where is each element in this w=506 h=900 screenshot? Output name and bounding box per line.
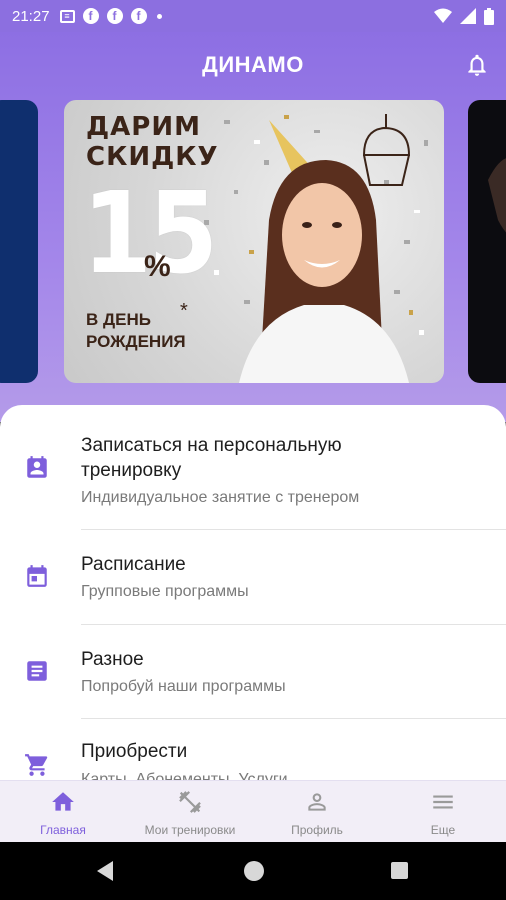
nav-home[interactable]: Главная [0, 781, 126, 843]
cart-icon [25, 754, 48, 776]
recent-apps-icon[interactable] [391, 862, 408, 879]
nav-label: Еще [430, 823, 456, 837]
message-icon: ≡ [59, 9, 75, 23]
nav-profile[interactable]: Профиль [254, 781, 380, 843]
menu-item-subtitle: Индивидуальное занятие с тренером [81, 489, 360, 506]
menu-item-title: Расписание [81, 554, 186, 575]
menu-item-title: Записаться на персональную [81, 435, 342, 456]
dot-icon [156, 13, 162, 19]
promo-line1: ДАРИМ [86, 112, 201, 142]
status-time: 21:27 [12, 7, 50, 25]
bottom-navigation: Главная Мои тренировки Профиль Еще [0, 780, 506, 842]
nav-label: Мои тренировки [144, 823, 236, 837]
personal-training-icon [27, 456, 47, 478]
facebook-icon: f [82, 8, 99, 24]
promo-footer2: РОЖДЕНИЯ [86, 332, 186, 351]
nav-label: Главная [40, 823, 86, 837]
menu-item-title: Разное [81, 649, 144, 670]
dumbbell-icon [179, 791, 201, 813]
menu-item-misc[interactable]: Разное Попробуй наши программы [0, 625, 506, 718]
article-icon [27, 661, 47, 681]
system-navigation-bar [0, 842, 506, 900]
app-title: ДИНАМО [202, 52, 304, 77]
promo-footer1: В ДЕНЬ [86, 310, 151, 329]
carousel-card-previous[interactable] [0, 100, 38, 383]
menu-icon [433, 795, 453, 809]
menu-item-personal-training[interactable]: Записаться на персональную тренировку Ин… [0, 427, 506, 529]
battery-icon [484, 7, 494, 25]
menu-item-subtitle: Карты, Абонементы, Услуги [81, 771, 288, 780]
menu-sheet: Записаться на персональную тренировку Ин… [0, 405, 506, 780]
promo-asterisk: * [180, 300, 188, 322]
home-circle-icon[interactable] [244, 861, 264, 881]
signal-icon [460, 8, 476, 24]
promo-banner[interactable]: ДАРИМ СКИДКУ 15 % * В ДЕНЬ РОЖДЕНИЯ [64, 100, 444, 383]
menu-item-subtitle: Попробуй наши программы [81, 678, 286, 695]
menu-item-subtitle: Групповые программы [81, 583, 249, 600]
facebook-icon: f [106, 8, 123, 24]
menu-item-schedule[interactable]: Расписание Групповые программы [0, 530, 506, 624]
promo-percent: % [144, 250, 171, 283]
calendar-icon [27, 565, 47, 587]
facebook-icon: f [130, 8, 147, 24]
promo-line2: СКИДКУ [86, 142, 219, 172]
person-icon [308, 793, 326, 811]
menu-item-purchase[interactable]: Приобрести Карты, Абонементы, Услуги [0, 719, 506, 780]
menu-item-title-line2: тренировку [81, 460, 182, 481]
nav-more[interactable]: Еще [380, 781, 506, 843]
wifi-icon [434, 8, 452, 23]
promo-text: ДАРИМ СКИДКУ [86, 112, 219, 172]
nav-label: Профиль [291, 823, 343, 837]
back-icon[interactable] [97, 861, 113, 881]
carousel-card-next[interactable] [468, 100, 506, 383]
home-icon [52, 792, 74, 811]
menu-item-title: Приобрести [81, 741, 188, 762]
status-bar: 21:27 ≡ f f f [0, 0, 506, 32]
bell-icon[interactable] [464, 52, 490, 78]
carousel-next-image [488, 158, 506, 233]
nav-my-trainings[interactable]: Мои тренировки [126, 781, 254, 843]
